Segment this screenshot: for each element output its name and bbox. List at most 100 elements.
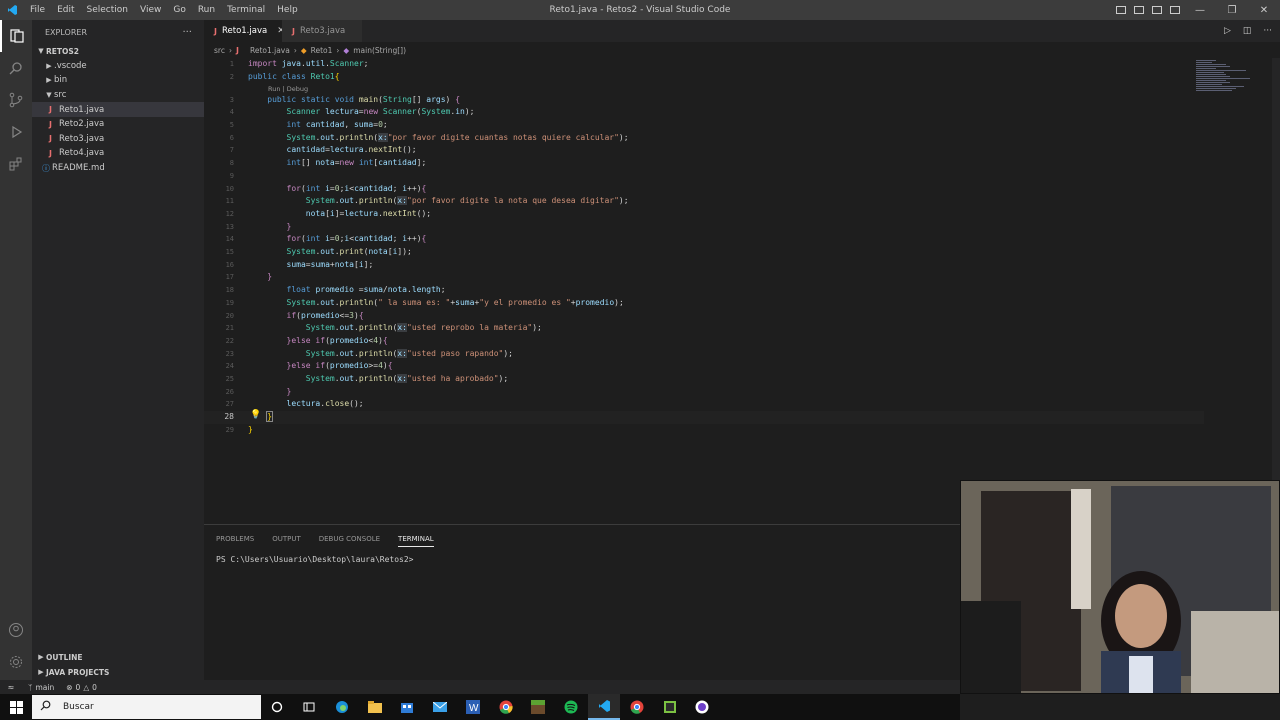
customize-layout-icon[interactable] xyxy=(1166,0,1184,20)
window-controls: — ❐ ✕ xyxy=(1112,0,1280,20)
title-bar: File Edit Selection View Go Run Terminal… xyxy=(0,0,1280,20)
vscode-taskbar-icon[interactable] xyxy=(588,694,620,720)
search-placeholder: Buscar xyxy=(63,702,94,712)
breadcrumb-item[interactable]: src xyxy=(214,46,225,55)
editor-scrollbar[interactable] xyxy=(1272,58,1280,524)
status-bar: ≈ ᛉ main ⊗ 0 △ 0 xyxy=(0,680,960,694)
minecraft-icon[interactable] xyxy=(522,694,554,720)
menu-view[interactable]: View xyxy=(134,0,167,20)
java-file-icon: J xyxy=(235,45,239,55)
tab-output[interactable]: OUTPUT xyxy=(272,535,301,547)
notepad-plus-icon[interactable] xyxy=(654,694,686,720)
tab-label: Reto1.java xyxy=(221,26,268,36)
menu-edit[interactable]: Edit xyxy=(51,0,80,20)
tree-folder-bin[interactable]: ▶ bin xyxy=(32,73,204,88)
windows-start-icon[interactable] xyxy=(0,694,32,720)
chrome-icon[interactable] xyxy=(621,694,653,720)
tab-debug-console[interactable]: DEBUG CONSOLE xyxy=(319,535,380,547)
bottom-panel: PROBLEMS OUTPUT DEBUG CONSOLE TERMINAL P… xyxy=(204,524,960,680)
class-icon: ◆ xyxy=(300,45,307,55)
tree-file-reto3[interactable]: J Reto3.java xyxy=(32,132,204,147)
code-line: 18 float promedio =suma/nota.length; xyxy=(225,285,446,295)
breadcrumb-item[interactable]: main(String[]) xyxy=(353,46,406,55)
task-view-icon[interactable] xyxy=(293,694,325,720)
minimap[interactable] xyxy=(1196,60,1252,96)
github-desktop-icon[interactable] xyxy=(686,694,718,720)
toggle-secondary-sidebar-icon[interactable] xyxy=(1148,0,1166,20)
tree-file-readme[interactable]: ⓘ README.md xyxy=(32,161,204,176)
extensions-icon[interactable] xyxy=(0,148,32,180)
svg-text:W: W xyxy=(469,703,479,714)
chevron-right-icon: ▶ xyxy=(46,76,52,85)
info-icon: ⓘ xyxy=(42,163,50,173)
tab-reto3[interactable]: J Reto3.java xyxy=(282,20,362,42)
mail-icon[interactable] xyxy=(424,694,456,720)
vscode-logo-icon xyxy=(0,0,24,20)
minimize-icon[interactable]: — xyxy=(1184,0,1216,20)
cortana-icon[interactable] xyxy=(261,694,293,720)
run-debug-icon[interactable] xyxy=(0,116,32,148)
tree-file-reto4[interactable]: J Reto4.java xyxy=(32,146,204,161)
run-java-icon[interactable]: ▷ xyxy=(1224,26,1231,36)
workspace-root[interactable]: ▼ RETOS2 xyxy=(32,44,204,59)
remote-icon[interactable]: ≈ xyxy=(0,680,22,694)
outline-section[interactable]: ▶ OUTLINE xyxy=(32,650,204,664)
store-icon[interactable] xyxy=(391,694,423,720)
breadcrumb-item[interactable]: Reto1 xyxy=(311,46,333,55)
explorer-icon[interactable] xyxy=(0,20,32,52)
menu-go[interactable]: Go xyxy=(167,0,191,20)
outline-label: OUTLINE xyxy=(46,652,83,662)
code-line: 17 } xyxy=(225,272,273,282)
chevron-right-icon: › xyxy=(293,45,297,55)
spotify-icon[interactable] xyxy=(555,694,587,720)
tree-folder-src[interactable]: ▼ src xyxy=(32,88,204,103)
settings-gear-icon[interactable] xyxy=(0,646,32,678)
menu-run[interactable]: Run xyxy=(192,0,221,20)
tab-problems[interactable]: PROBLEMS xyxy=(216,535,254,547)
close-window-icon[interactable]: ✕ xyxy=(1248,0,1280,20)
code-editor[interactable]: Run | Debug 1 import java.util.Scanner; 2… xyxy=(204,58,1280,524)
tree-item-label: Reto3.java xyxy=(59,133,105,144)
breadcrumb-item[interactable]: Reto1.java xyxy=(250,46,290,55)
branch-indicator[interactable]: ᛉ main xyxy=(22,683,60,692)
terminal-prompt[interactable]: PS C:\Users\Usuario\Desktop\laura\Retos2… xyxy=(216,555,413,564)
chrome-icon[interactable] xyxy=(490,694,522,720)
toggle-panel-icon[interactable] xyxy=(1130,0,1148,20)
toggle-sidebar-icon[interactable] xyxy=(1112,0,1130,20)
menu-file[interactable]: File xyxy=(24,0,51,20)
tab-reto1[interactable]: J Reto1.java ✕ xyxy=(204,20,285,42)
taskbar-search[interactable]: Buscar xyxy=(32,695,261,719)
tree-item-label: .vscode xyxy=(54,60,87,71)
more-actions-icon[interactable]: ··· xyxy=(1263,26,1272,36)
code-line: 27 lectura.close(); xyxy=(225,399,364,409)
menu-terminal[interactable]: Terminal xyxy=(221,0,271,20)
lightbulb-icon[interactable]: 💡 xyxy=(250,410,261,420)
java-file-icon: J xyxy=(49,119,52,129)
menu-selection[interactable]: Selection xyxy=(81,0,134,20)
java-projects-section[interactable]: ▶ JAVA PROJECTS xyxy=(32,665,204,679)
java-file-icon: J xyxy=(49,134,52,144)
accounts-icon[interactable] xyxy=(0,614,32,646)
file-explorer-icon[interactable] xyxy=(359,694,391,720)
search-icon[interactable] xyxy=(0,52,32,84)
code-line: 4 Scanner lectura=new Scanner(System.in)… xyxy=(229,107,475,117)
tree-file-reto1[interactable]: J Reto1.java xyxy=(32,102,204,117)
code-line: 10 for(int i=0;i<cantidad; i++){ xyxy=(225,183,427,193)
restore-icon[interactable]: ❐ xyxy=(1216,0,1248,20)
tree-item-label: bin xyxy=(54,75,68,86)
run-debug-codelens[interactable]: Run | Debug xyxy=(268,85,308,93)
word-icon[interactable]: W xyxy=(457,694,489,720)
tree-folder-vscode[interactable]: ▶ .vscode xyxy=(32,59,204,74)
tab-terminal[interactable]: TERMINAL xyxy=(398,535,434,547)
split-editor-icon[interactable]: ◫ xyxy=(1243,26,1252,36)
edge-icon[interactable] xyxy=(326,694,358,720)
explorer-title: EXPLORER xyxy=(45,27,87,37)
problems-indicator[interactable]: ⊗ 0 △ 0 xyxy=(60,683,103,692)
tree-file-reto2[interactable]: J Reto2.java xyxy=(32,117,204,132)
code-line: 26 } xyxy=(225,386,292,396)
more-actions-icon[interactable]: ··· xyxy=(182,27,192,38)
source-control-icon[interactable] xyxy=(0,84,32,116)
chevron-right-icon: ▶ xyxy=(46,61,52,70)
menu-help[interactable]: Help xyxy=(271,0,304,20)
activity-bar xyxy=(0,20,32,680)
